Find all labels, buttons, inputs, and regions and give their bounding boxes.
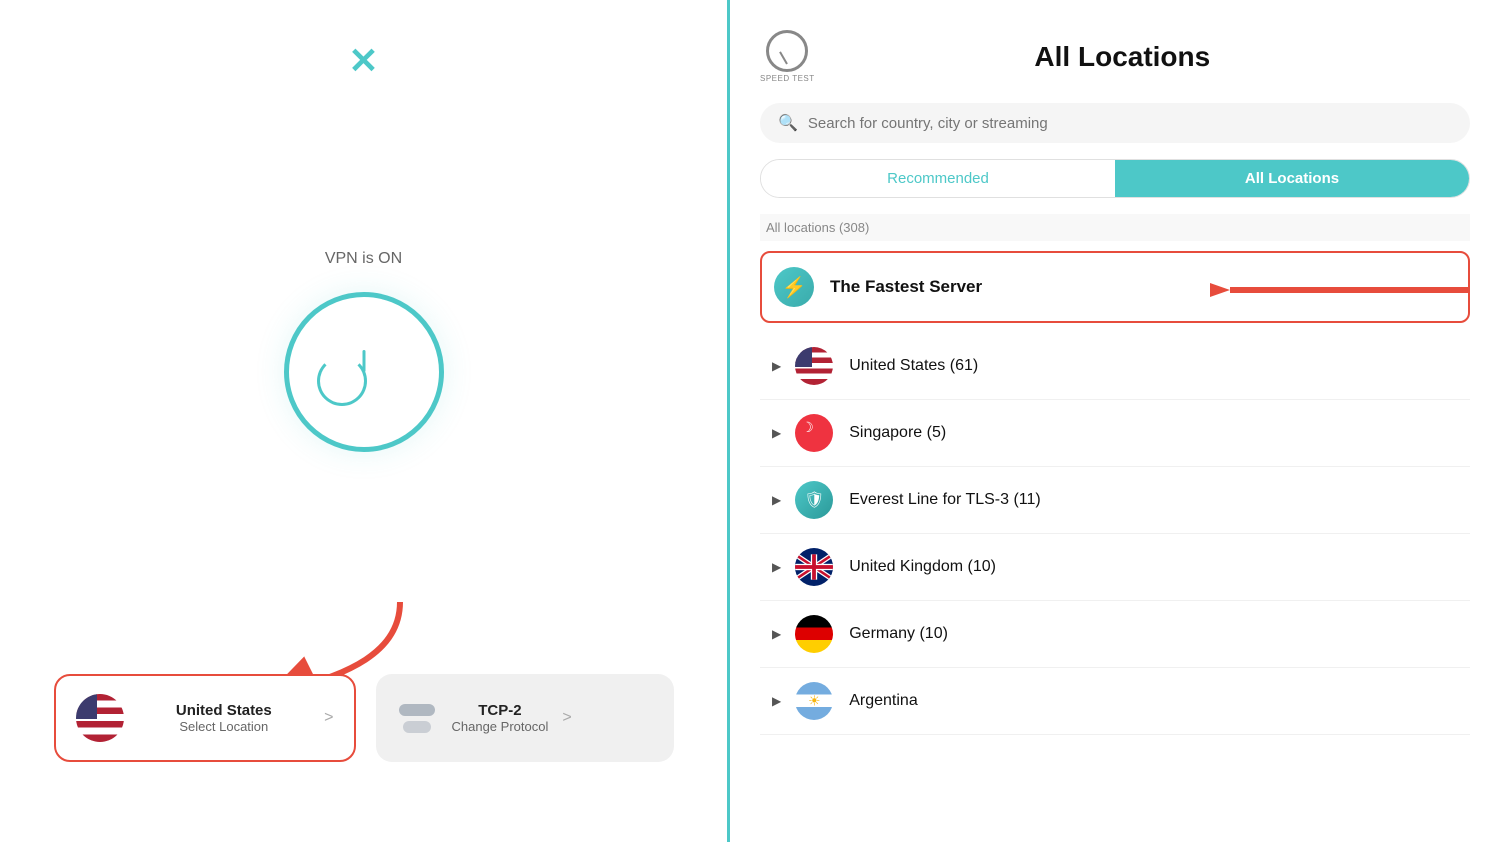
fastest-server-item[interactable]: ⚡ The Fastest Server bbox=[760, 251, 1470, 323]
location-info: United States Select Location bbox=[138, 702, 311, 734]
speedometer-icon bbox=[766, 30, 808, 72]
vpn-status: VPN is ON bbox=[325, 250, 402, 268]
location-sub: Select Location bbox=[138, 719, 311, 734]
list-item[interactable]: ▶ Argentina bbox=[760, 668, 1470, 735]
protocol-pill-2 bbox=[403, 721, 431, 733]
search-bar[interactable]: 🔍 bbox=[760, 103, 1470, 143]
expand-arrow-icon: ▶ bbox=[772, 627, 781, 641]
list-item[interactable]: ▶ Germany (10) bbox=[760, 601, 1470, 668]
us-flag-circle bbox=[76, 694, 124, 742]
power-button[interactable] bbox=[284, 292, 444, 452]
expand-arrow-icon: ▶ bbox=[772, 560, 781, 574]
speed-test-label: SPEED TEST bbox=[760, 74, 815, 83]
list-item[interactable]: ▶ Singapore (5) bbox=[760, 400, 1470, 467]
expand-arrow-icon: ▶ bbox=[772, 359, 781, 373]
bottom-buttons: United States Select Location > TCP-2 Ch… bbox=[54, 674, 674, 762]
tab-recommended[interactable]: Recommended bbox=[761, 160, 1115, 197]
tab-all-locations[interactable]: All Locations bbox=[1115, 160, 1469, 197]
protocol-icon bbox=[396, 702, 438, 734]
list-item[interactable]: ▶ 🛡 Everest Line for TLS-3 (11) bbox=[760, 467, 1470, 534]
right-panel: SPEED TEST All Locations 🔍 Recommended A… bbox=[730, 0, 1500, 842]
expand-arrow-icon: ▶ bbox=[772, 426, 781, 440]
search-input[interactable] bbox=[808, 115, 1452, 132]
tls-icon-list: 🛡 bbox=[795, 481, 833, 519]
protocol-sub: Change Protocol bbox=[452, 719, 549, 734]
us-flag bbox=[76, 694, 124, 742]
sg-flag-list bbox=[795, 414, 833, 452]
protocol-name: TCP-2 bbox=[452, 702, 549, 719]
country-name: United States (61) bbox=[849, 357, 978, 375]
country-name: Singapore (5) bbox=[849, 424, 946, 442]
country-name: Everest Line for TLS-3 (11) bbox=[849, 491, 1041, 509]
expand-arrow-icon: ▶ bbox=[772, 694, 781, 708]
location-chevron: > bbox=[324, 709, 333, 727]
location-name: United States bbox=[138, 702, 311, 719]
search-icon: 🔍 bbox=[778, 113, 798, 133]
page-title: All Locations bbox=[835, 41, 1410, 73]
speed-test-icon[interactable]: SPEED TEST bbox=[760, 30, 815, 83]
fastest-server-label: The Fastest Server bbox=[830, 277, 982, 297]
power-icon bbox=[334, 342, 394, 402]
protocol-button[interactable]: TCP-2 Change Protocol > bbox=[376, 674, 674, 762]
country-name: United Kingdom (10) bbox=[849, 558, 996, 576]
right-header: SPEED TEST All Locations bbox=[760, 30, 1470, 83]
left-panel: ✕ VPN is ON United States Select Locatio… bbox=[0, 0, 730, 842]
country-name: Germany (10) bbox=[849, 625, 948, 643]
list-item[interactable]: ▶ United States (61) bbox=[760, 333, 1470, 400]
us-flag-list bbox=[795, 347, 833, 385]
location-button[interactable]: United States Select Location > bbox=[54, 674, 356, 762]
close-button[interactable]: ✕ bbox=[348, 40, 378, 82]
bolt-icon: ⚡ bbox=[782, 275, 807, 300]
protocol-chevron: > bbox=[562, 709, 571, 727]
ar-flag-list bbox=[795, 682, 833, 720]
uk-flag-list bbox=[795, 548, 833, 586]
de-flag-list bbox=[795, 615, 833, 653]
tabs: Recommended All Locations bbox=[760, 159, 1470, 198]
protocol-info: TCP-2 Change Protocol bbox=[452, 702, 549, 734]
protocol-pill-1 bbox=[399, 704, 435, 716]
locations-count: All locations (308) bbox=[760, 214, 1470, 241]
list-item[interactable]: ▶ United Kingdom (10) bbox=[760, 534, 1470, 601]
location-list: ⚡ The Fastest Server ▶ United States (61… bbox=[760, 251, 1470, 842]
country-name: Argentina bbox=[849, 692, 918, 710]
expand-arrow-icon: ▶ bbox=[772, 493, 781, 507]
fastest-server-icon: ⚡ bbox=[774, 267, 814, 307]
